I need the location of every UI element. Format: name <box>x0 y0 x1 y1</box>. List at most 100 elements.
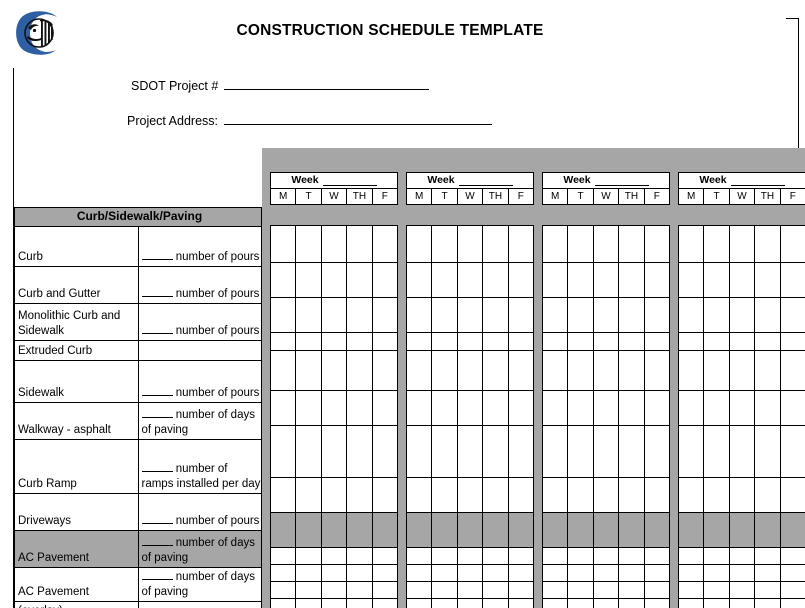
schedule-cell-w4-m[interactable] <box>678 351 705 391</box>
schedule-cell-w3-th[interactable] <box>619 298 645 333</box>
schedule-cell-w4-th[interactable] <box>755 426 781 478</box>
schedule-cell-w2-t[interactable] <box>432 391 458 426</box>
schedule-cell-w3-th[interactable] <box>618 207 645 225</box>
schedule-cell-w4-w[interactable] <box>729 391 756 426</box>
task-description-cell[interactable]: number of pours <box>137 360 262 403</box>
schedule-cell-w3-w[interactable] <box>593 513 620 548</box>
schedule-cell-w3-t[interactable] <box>568 426 594 478</box>
schedule-cell-w3-m[interactable] <box>542 351 569 391</box>
schedule-cell-w4-f[interactable] <box>780 582 805 599</box>
schedule-cell-w3-th[interactable] <box>619 333 645 351</box>
project-address-field[interactable]: Project Address: <box>127 111 493 128</box>
schedule-cell-w2-th[interactable] <box>483 351 509 391</box>
project-number-input[interactable] <box>224 76 430 90</box>
schedule-cell-w2-m[interactable] <box>406 478 433 513</box>
schedule-cell-w4-th[interactable] <box>755 351 781 391</box>
schedule-cell-w4-t[interactable] <box>704 391 730 426</box>
schedule-cell-w1-w[interactable] <box>321 548 348 565</box>
schedule-cell-w4-t[interactable] <box>704 513 730 548</box>
schedule-cell-w2-w[interactable] <box>457 298 484 333</box>
schedule-cell-w1-f[interactable] <box>372 351 399 391</box>
schedule-cell-w2-f[interactable] <box>508 333 535 351</box>
blank-fill-input[interactable] <box>141 322 173 334</box>
schedule-cell-w2-w[interactable] <box>457 513 484 548</box>
schedule-cell-w3-t[interactable] <box>568 351 594 391</box>
schedule-cell-w4-th[interactable] <box>755 391 781 426</box>
week-number-input-4[interactable] <box>730 176 785 186</box>
week-number-input-1[interactable] <box>322 176 377 186</box>
schedule-cell-w3-th[interactable] <box>619 263 645 298</box>
schedule-cell-w1-w[interactable] <box>321 225 348 263</box>
schedule-cell-w4-th[interactable] <box>755 599 781 608</box>
schedule-cell-w1-th[interactable] <box>347 351 373 391</box>
schedule-cell-w1-th[interactable] <box>347 225 373 263</box>
task-description-cell[interactable]: number of days of paving <box>137 402 262 440</box>
schedule-cell-w1-f[interactable] <box>372 478 399 513</box>
schedule-cell-w1-f[interactable] <box>372 391 399 426</box>
schedule-cell-w1-th[interactable] <box>347 263 373 298</box>
task-description-cell[interactable]: number of pours <box>137 226 262 267</box>
schedule-cell-w1-th[interactable] <box>347 513 373 548</box>
schedule-cell-w3-th[interactable] <box>619 351 645 391</box>
schedule-cell-w4-m[interactable] <box>678 333 705 351</box>
schedule-cell-w4-w[interactable] <box>729 548 756 565</box>
schedule-cell-w3-m[interactable] <box>542 333 569 351</box>
schedule-cell-w1-w[interactable] <box>321 582 348 599</box>
schedule-cell-w1-m[interactable] <box>270 513 297 548</box>
schedule-cell-w1-f[interactable] <box>372 333 399 351</box>
schedule-cell-w3-t[interactable] <box>568 513 594 548</box>
schedule-cell-w2-th[interactable] <box>483 263 509 298</box>
schedule-cell-w4-t[interactable] <box>704 225 730 263</box>
schedule-cell-w4-f[interactable] <box>780 298 805 333</box>
schedule-cell-w4-w[interactable] <box>729 351 756 391</box>
schedule-cell-w4-t[interactable] <box>704 298 730 333</box>
schedule-cell-w3-w[interactable] <box>593 478 620 513</box>
task-description-cell[interactable]: number of pours <box>137 303 262 341</box>
schedule-cell-w4-th[interactable] <box>755 298 781 333</box>
schedule-cell-w3-w[interactable] <box>593 333 620 351</box>
week-number-input-2[interactable] <box>458 176 513 186</box>
schedule-cell-w4-m[interactable] <box>678 391 705 426</box>
schedule-cell-w4-w[interactable] <box>729 582 756 599</box>
schedule-cell-w4-th[interactable] <box>755 548 781 565</box>
schedule-cell-w3-t[interactable] <box>568 582 594 599</box>
schedule-cell-w3-m[interactable] <box>542 263 569 298</box>
schedule-cell-w4-t[interactable] <box>704 333 730 351</box>
schedule-cell-w3-f[interactable] <box>644 391 671 426</box>
schedule-cell-w2-f[interactable] <box>508 582 535 599</box>
schedule-cell-w2-w[interactable] <box>457 565 484 582</box>
schedule-cell-w1-f[interactable] <box>372 565 399 582</box>
schedule-cell-w2-m[interactable] <box>406 391 433 426</box>
schedule-cell-w2-th[interactable] <box>483 225 509 263</box>
schedule-cell-w3-th[interactable] <box>619 391 645 426</box>
schedule-cell-w3-w[interactable] <box>593 565 620 582</box>
schedule-cell-w4-th[interactable] <box>755 333 781 351</box>
schedule-cell-w1-m[interactable] <box>270 548 297 565</box>
schedule-cell-w1-w[interactable] <box>321 333 348 351</box>
schedule-cell-w4-t[interactable] <box>704 582 730 599</box>
schedule-cell-w3-m[interactable] <box>542 426 569 478</box>
schedule-cell-w3-w[interactable] <box>593 599 620 608</box>
project-address-input[interactable] <box>224 111 493 125</box>
schedule-cell-w2-m[interactable] <box>406 426 433 478</box>
schedule-cell-w2-th[interactable] <box>483 599 509 608</box>
schedule-cell-w1-f[interactable] <box>372 599 399 608</box>
schedule-cell-w2-m[interactable] <box>406 225 433 263</box>
schedule-cell-w4-t[interactable] <box>704 263 730 298</box>
schedule-cell-w1-th[interactable] <box>347 582 373 599</box>
schedule-cell-w1-t[interactable] <box>296 548 322 565</box>
schedule-cell-w4-m[interactable] <box>678 513 705 548</box>
schedule-cell-w3-m[interactable] <box>542 298 569 333</box>
schedule-cell-w4-m[interactable] <box>678 565 705 582</box>
schedule-cell-w3-t[interactable] <box>568 333 594 351</box>
schedule-cell-w1-th[interactable] <box>347 333 373 351</box>
task-description-cell[interactable] <box>137 601 262 608</box>
schedule-cell-w4-t[interactable] <box>704 478 730 513</box>
schedule-cell-w4-f[interactable] <box>780 225 805 263</box>
schedule-cell-w4-w[interactable] <box>729 426 756 478</box>
schedule-cell-w2-f[interactable] <box>508 298 535 333</box>
schedule-cell-w1-t[interactable] <box>296 426 322 478</box>
blank-fill-input[interactable] <box>141 248 173 260</box>
schedule-cell-w2-t[interactable] <box>432 548 458 565</box>
blank-fill-input[interactable] <box>141 569 173 580</box>
